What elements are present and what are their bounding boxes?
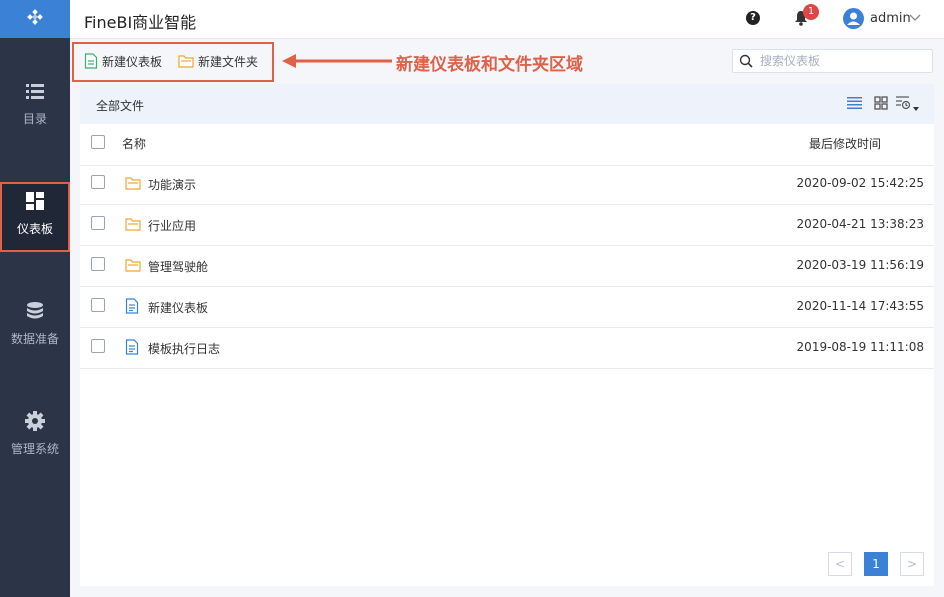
row-modified: 2020-11-14 17:43:55	[796, 299, 924, 313]
column-header-modified[interactable]: 最后修改时间	[809, 135, 881, 152]
new-dashboard-button[interactable]: 新建仪表板	[84, 52, 162, 70]
row-name: 新建仪表板	[148, 301, 209, 315]
annotation-label: 新建仪表板和文件夹区域	[396, 55, 583, 75]
row-name: 管理驾驶舱	[148, 260, 209, 274]
chevron-down-icon[interactable]	[909, 11, 921, 23]
table-row[interactable]: 新建仪表板 2020-11-14 17:43:55	[80, 286, 934, 328]
new-dashboard-icon	[84, 53, 98, 69]
table-row[interactable]: 功能演示 2020-09-02 15:42:25	[80, 163, 934, 205]
avatar[interactable]	[843, 8, 864, 29]
row-name: 模板执行日志	[148, 342, 221, 356]
folder-icon	[125, 259, 141, 272]
sidebar-item-admin[interactable]: 管理系统	[0, 402, 70, 472]
notification-badge: 1	[803, 4, 819, 20]
table-row[interactable]: 管理驾驶舱 2020-03-19 11:56:19	[80, 245, 934, 287]
breadcrumb-bar	[80, 84, 934, 124]
new-dashboard-label: 新建仪表板	[102, 54, 163, 69]
table-row[interactable]: 行业应用 2020-04-21 13:38:23	[80, 204, 934, 246]
new-folder-button[interactable]: 新建文件夹	[178, 52, 258, 70]
folder-icon	[125, 177, 141, 190]
table-header-row: 名称 最后修改时间	[80, 124, 934, 166]
row-modified: 2020-03-19 11:56:19	[796, 258, 924, 272]
grid-view-icon[interactable]	[874, 96, 888, 110]
column-header-name[interactable]: 名称	[122, 135, 146, 152]
sidebar-item-dashboard[interactable]: 仪表板	[0, 182, 70, 252]
user-icon	[847, 12, 860, 25]
row-name: 功能演示	[148, 178, 197, 192]
search-input[interactable]	[760, 52, 928, 70]
row-checkbox[interactable]	[91, 298, 105, 312]
app-title: FineBI商业智能	[84, 13, 197, 32]
new-folder-label: 新建文件夹	[198, 54, 259, 69]
sidebar-item-label: 目录	[22, 112, 47, 126]
row-checkbox[interactable]	[91, 216, 105, 230]
new-folder-icon	[178, 55, 194, 68]
sidebar-item-data-prep[interactable]: 数据准备	[0, 292, 70, 362]
folder-icon	[125, 218, 141, 231]
row-checkbox[interactable]	[91, 175, 105, 189]
sidebar-item-label: 管理系统	[10, 442, 59, 456]
row-checkbox[interactable]	[91, 257, 105, 271]
annotation-arrow-icon	[282, 54, 392, 68]
top-header: FineBI商业智能 ? 1 admin	[70, 0, 944, 39]
dashboard-file-icon	[125, 339, 139, 355]
row-modified: 2020-04-21 13:38:23	[796, 217, 924, 231]
logo-icon	[27, 9, 43, 25]
sidebar-item-label: 仪表板	[16, 222, 53, 236]
help-icon[interactable]: ?	[746, 11, 760, 25]
dashboard-file-icon	[125, 298, 139, 314]
database-icon	[27, 302, 43, 319]
row-name: 行业应用	[148, 219, 197, 233]
breadcrumb[interactable]: 全部文件	[96, 97, 144, 114]
list-view-icon[interactable]	[847, 96, 862, 110]
dashboard-icon	[26, 192, 44, 210]
row-modified: 2020-09-02 15:42:25	[796, 176, 924, 190]
user-name[interactable]: admin	[870, 11, 911, 26]
row-modified: 2019-08-19 11:11:08	[796, 340, 924, 354]
page-number-button[interactable]: 1	[864, 552, 888, 576]
next-page-button[interactable]: >	[900, 552, 924, 576]
app-logo[interactable]	[0, 0, 70, 38]
gear-icon	[25, 411, 45, 431]
sidebar-item-label: 数据准备	[10, 332, 59, 346]
search-icon[interactable]	[739, 54, 753, 68]
row-checkbox[interactable]	[91, 339, 105, 353]
table-row[interactable]: 模板执行日志 2019-08-19 11:11:08	[80, 327, 934, 369]
prev-page-button[interactable]: <	[828, 552, 852, 576]
select-all-checkbox[interactable]	[91, 135, 105, 149]
sort-icon[interactable]	[895, 95, 921, 112]
list-icon	[26, 84, 44, 99]
sidebar-item-catalog[interactable]: 目录	[0, 72, 70, 142]
